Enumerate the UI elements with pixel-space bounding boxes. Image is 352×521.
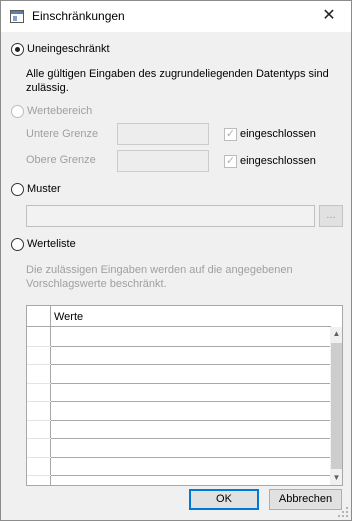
lower-bound-input[interactable] [117, 123, 209, 145]
upper-bound-input[interactable] [117, 150, 209, 172]
table-row[interactable] [51, 438, 331, 439]
scroll-up-icon[interactable]: ▲ [330, 327, 342, 341]
table-row[interactable] [51, 420, 331, 421]
range-label: Wertebereich [27, 105, 93, 117]
cancel-button[interactable]: Abbrechen [269, 489, 342, 510]
unrestricted-description: Alle gültigen Eingaben des zugrundeliege… [26, 68, 329, 94]
pattern-input[interactable] [26, 205, 315, 227]
row-header-cell [27, 401, 51, 402]
unrestricted-label[interactable]: Uneingeschränkt [27, 43, 110, 55]
values-grid[interactable]: Werte ▲ ▼ [26, 305, 343, 486]
upper-included-label[interactable]: eingeschlossen [240, 155, 316, 167]
window-title: Einschränkungen [32, 9, 125, 23]
row-header-cell [27, 364, 51, 365]
vertical-scrollbar[interactable]: ▲ ▼ [330, 327, 342, 485]
upper-included-checkbox[interactable]: ✓ [224, 155, 237, 168]
scrollbar-thumb[interactable] [331, 343, 342, 469]
grid-corner [27, 306, 51, 327]
row-header-cell [27, 383, 51, 384]
value-list-description: Die zulässigen Eingaben werden auf die a… [26, 264, 293, 290]
ok-button[interactable]: OK [189, 489, 259, 510]
window-app-icon [10, 10, 24, 23]
range-radio[interactable] [11, 105, 24, 118]
table-row[interactable] [51, 475, 331, 476]
title-bar[interactable]: Einschränkungen ✕ [1, 1, 351, 32]
row-header-cell [27, 438, 51, 439]
scroll-down-icon[interactable]: ▼ [330, 471, 342, 485]
row-header-cell [27, 420, 51, 421]
table-row[interactable] [51, 364, 331, 365]
unrestricted-radio[interactable] [11, 43, 24, 56]
pattern-label[interactable]: Muster [27, 183, 61, 195]
row-header-cell [27, 457, 51, 458]
close-button[interactable]: ✕ [307, 1, 351, 31]
lower-included-label[interactable]: eingeschlossen [240, 128, 316, 140]
lower-included-checkbox[interactable]: ✓ [224, 128, 237, 141]
resize-grip-icon[interactable] [338, 507, 348, 517]
checkmark-icon: ✓ [225, 128, 236, 140]
table-row[interactable] [51, 457, 331, 458]
row-header-column [27, 306, 51, 485]
upper-bound-label: Obere Grenze [26, 154, 96, 166]
values-column-header-label: Werte [54, 311, 84, 323]
values-column-header[interactable]: Werte [51, 306, 331, 327]
value-list-label[interactable]: Werteliste [27, 238, 76, 250]
value-list-radio[interactable] [11, 238, 24, 251]
constraints-dialog: Einschränkungen ✕ Uneingeschränkt Alle g… [0, 0, 352, 521]
checkmark-icon: ✓ [225, 155, 236, 167]
table-row[interactable] [51, 346, 331, 347]
pattern-browse-button[interactable]: ... [319, 205, 343, 227]
lower-bound-label: Untere Grenze [26, 128, 99, 140]
row-header-cell [27, 346, 51, 347]
table-row[interactable] [51, 383, 331, 384]
table-row[interactable] [51, 401, 331, 402]
row-header-cell [27, 475, 51, 476]
pattern-radio[interactable] [11, 183, 24, 196]
close-icon: ✕ [322, 7, 336, 24]
